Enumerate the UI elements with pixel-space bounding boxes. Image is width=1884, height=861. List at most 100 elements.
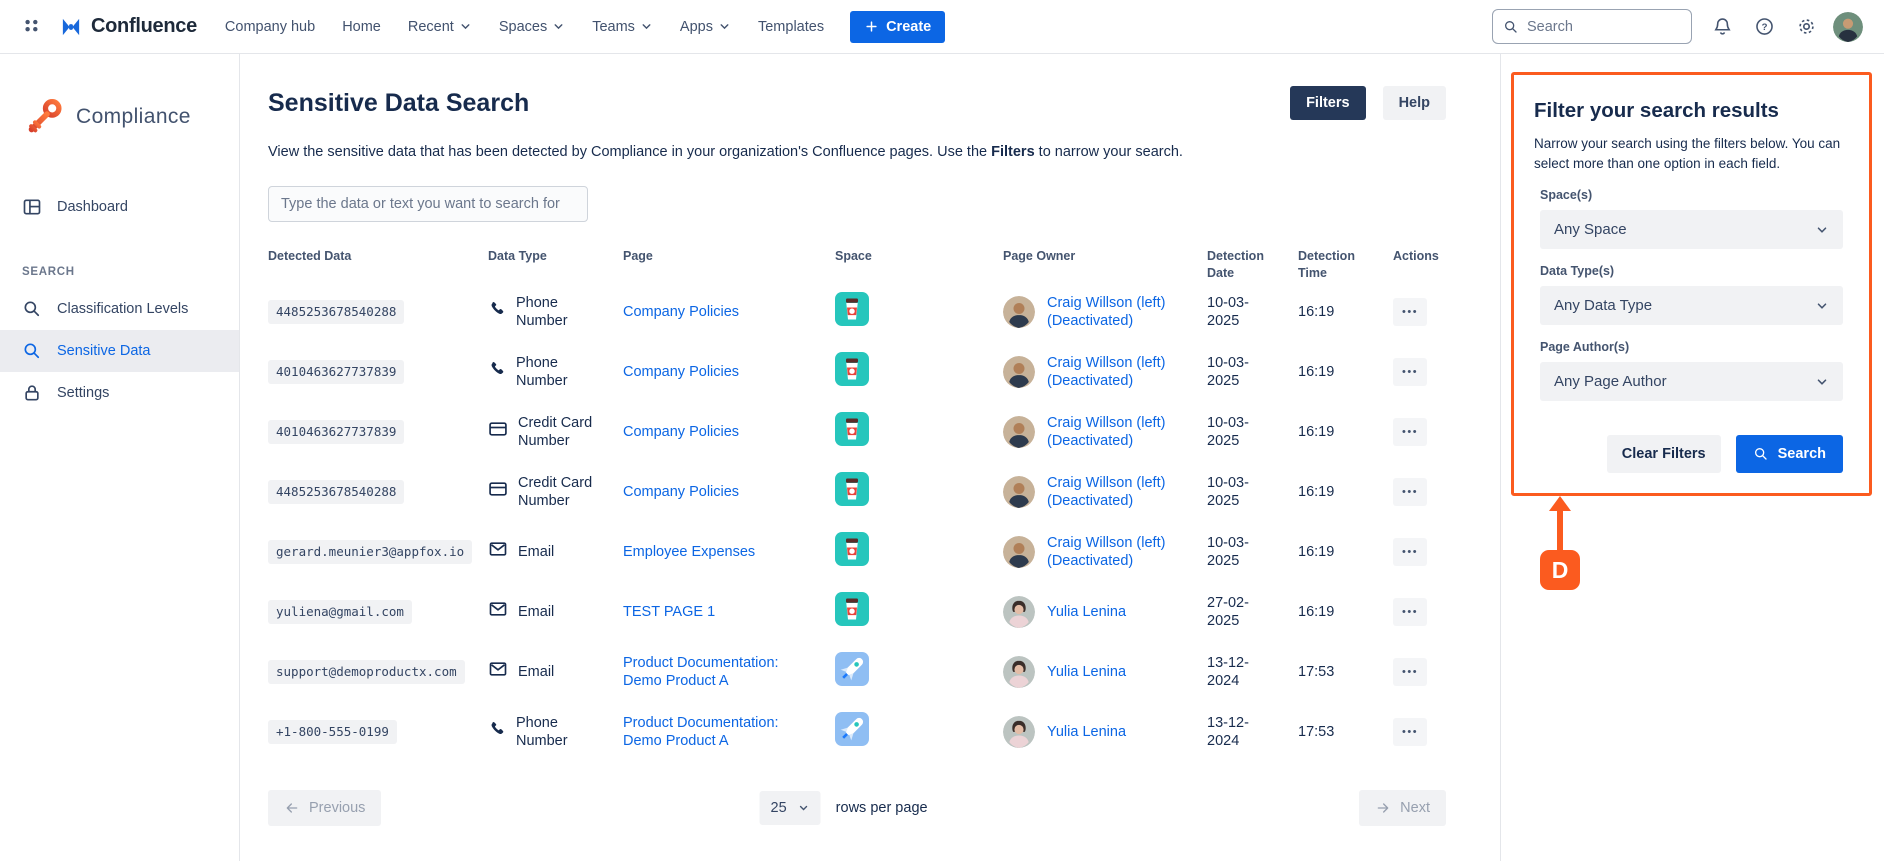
detection-date: 27-02- 2025 xyxy=(1207,594,1298,630)
page-owner-link[interactable]: Craig Willson (left) (Deactivated) xyxy=(1047,294,1197,330)
row-actions-button[interactable]: ••• xyxy=(1393,538,1427,566)
lock-icon xyxy=(22,383,42,403)
page-owner-avatar xyxy=(1003,356,1035,388)
data-type-filter-select[interactable]: Any Data Type xyxy=(1540,286,1843,325)
notifications-button[interactable] xyxy=(1704,9,1740,45)
filter-field-label: Data Type(s) xyxy=(1540,264,1843,278)
coffee-space-icon[interactable] xyxy=(835,472,869,506)
previous-page-button[interactable]: Previous xyxy=(268,790,381,826)
page-owner-link[interactable]: Yulia Lenina xyxy=(1047,663,1126,681)
question-circle-icon: ? xyxy=(1754,16,1775,37)
rows-per-page-label: rows per page xyxy=(836,800,928,816)
table-row: 4010463627737839 Phone Number Company Po… xyxy=(268,342,1500,402)
detection-date: 13-12- 2024 xyxy=(1207,654,1298,690)
nav-item-company-hub[interactable]: Company hub xyxy=(225,19,315,35)
rocket-space-icon[interactable] xyxy=(835,652,869,686)
filters-button[interactable]: Filters xyxy=(1290,86,1366,120)
nav-item-templates[interactable]: Templates xyxy=(758,19,824,35)
page-title: Sensitive Data Search xyxy=(268,89,529,118)
page-link[interactable]: Product Documentation: Demo Product A xyxy=(623,714,808,750)
page-link[interactable]: Company Policies xyxy=(623,303,739,321)
row-actions-button[interactable]: ••• xyxy=(1393,418,1427,446)
page-owner-link[interactable]: Craig Willson (left) (Deactivated) xyxy=(1047,474,1197,510)
page-owner-link[interactable]: Yulia Lenina xyxy=(1047,723,1126,741)
confluence-logo[interactable]: Confluence xyxy=(58,14,197,40)
col-header-page: Page xyxy=(623,248,835,282)
page-owner-link[interactable]: Craig Willson (left) (Deactivated) xyxy=(1047,354,1197,390)
user-avatar xyxy=(1833,12,1863,42)
data-type-label: Email xyxy=(518,543,554,561)
data-type-cell: Phone Number xyxy=(488,354,623,390)
page-author-filter-select[interactable]: Any Page Author xyxy=(1540,362,1843,401)
detected-data-value: 4485253678540288 xyxy=(268,480,404,504)
help-button-topbar[interactable]: ? xyxy=(1746,9,1782,45)
coffee-space-icon[interactable] xyxy=(835,292,869,326)
next-page-button[interactable]: Next xyxy=(1359,790,1446,826)
create-button[interactable]: Create xyxy=(850,11,945,43)
phone-icon xyxy=(488,300,506,323)
sidebar-item-sensitive-data[interactable]: Sensitive Data xyxy=(0,330,239,372)
nav-item-home[interactable]: Home xyxy=(342,19,381,35)
coffee-space-icon[interactable] xyxy=(835,412,869,446)
table-row: 4010463627737839 Credit Card Number Comp… xyxy=(268,402,1500,462)
sidebar-item-dashboard[interactable]: Dashboard xyxy=(0,186,239,228)
page-owner-link[interactable]: Yulia Lenina xyxy=(1047,603,1126,621)
detected-data-value: 4485253678540288 xyxy=(268,300,404,324)
top-right-icons: ? xyxy=(1704,9,1866,45)
sidebar-item-classification-levels[interactable]: Classification Levels xyxy=(0,288,239,330)
filter-search-button[interactable]: Search xyxy=(1736,435,1843,473)
page-owner-link[interactable]: Craig Willson (left) (Deactivated) xyxy=(1047,534,1197,570)
nav-item-spaces[interactable]: Spaces xyxy=(499,19,565,35)
clear-filters-button[interactable]: Clear Filters xyxy=(1607,435,1721,473)
page-cell: TEST PAGE 1 xyxy=(623,603,835,621)
chevron-down-icon xyxy=(552,20,565,33)
row-actions-button[interactable]: ••• xyxy=(1393,718,1427,746)
nav-label: Company hub xyxy=(225,19,315,35)
page-link[interactable]: Company Policies xyxy=(623,483,739,501)
page-owner-cell: Craig Willson (left) (Deactivated) xyxy=(1003,354,1207,390)
settings-button-topbar[interactable] xyxy=(1788,9,1824,45)
page-cell: Company Policies xyxy=(623,363,835,381)
row-actions-button[interactable]: ••• xyxy=(1393,658,1427,686)
coffee-space-icon[interactable] xyxy=(835,592,869,626)
page-owner-cell: Craig Willson (left) (Deactivated) xyxy=(1003,294,1207,330)
detected-data-cell: gerard.meunier3@appfox.io xyxy=(268,540,488,564)
table-row: yuliena@gmail.com Email TEST PAGE 1 Yuli… xyxy=(268,582,1500,642)
nav-item-apps[interactable]: Apps xyxy=(680,19,731,35)
row-actions-button[interactable]: ••• xyxy=(1393,478,1427,506)
app-switcher-button[interactable] xyxy=(14,9,50,45)
page-cell: Company Policies xyxy=(623,483,835,501)
filter-field-page-authors: Page Author(s) Any Page Author xyxy=(1534,340,1849,401)
global-search-input[interactable] xyxy=(1527,19,1667,35)
space-filter-select[interactable]: Any Space xyxy=(1540,210,1843,249)
row-actions-button[interactable]: ••• xyxy=(1393,358,1427,386)
profile-button[interactable] xyxy=(1830,9,1866,45)
logo-wordmark: Confluence xyxy=(91,15,197,38)
sensitive-data-search-input[interactable] xyxy=(268,186,588,222)
page-link[interactable]: Company Policies xyxy=(623,423,739,441)
nav-item-recent[interactable]: Recent xyxy=(408,19,472,35)
rows-per-page-select[interactable]: 25 xyxy=(760,791,821,825)
chevron-down-icon xyxy=(798,802,810,814)
page-owner-link[interactable]: Craig Willson (left) (Deactivated) xyxy=(1047,414,1197,450)
nav-label: Spaces xyxy=(499,19,547,35)
title-buttons: Filters Help xyxy=(1290,86,1446,120)
app-switcher-icon xyxy=(21,16,43,38)
page-link[interactable]: Company Policies xyxy=(623,363,739,381)
rocket-space-icon[interactable] xyxy=(835,712,869,746)
coffee-space-icon[interactable] xyxy=(835,352,869,386)
sidebar-item-settings[interactable]: Settings xyxy=(0,372,239,414)
page-link[interactable]: Employee Expenses xyxy=(623,543,755,561)
global-search-box[interactable] xyxy=(1492,9,1692,44)
row-actions-button[interactable]: ••• xyxy=(1393,598,1427,626)
nav-item-teams[interactable]: Teams xyxy=(592,19,653,35)
row-actions-button[interactable]: ••• xyxy=(1393,298,1427,326)
page-link[interactable]: TEST PAGE 1 xyxy=(623,603,715,621)
sidebar-item-label: Classification Levels xyxy=(57,301,188,317)
coffee-space-icon[interactable] xyxy=(835,532,869,566)
help-button[interactable]: Help xyxy=(1383,86,1446,120)
search-icon xyxy=(22,341,42,361)
space-cell xyxy=(835,292,1003,331)
detection-date: 10-03- 2025 xyxy=(1207,294,1298,330)
page-link[interactable]: Product Documentation: Demo Product A xyxy=(623,654,808,690)
